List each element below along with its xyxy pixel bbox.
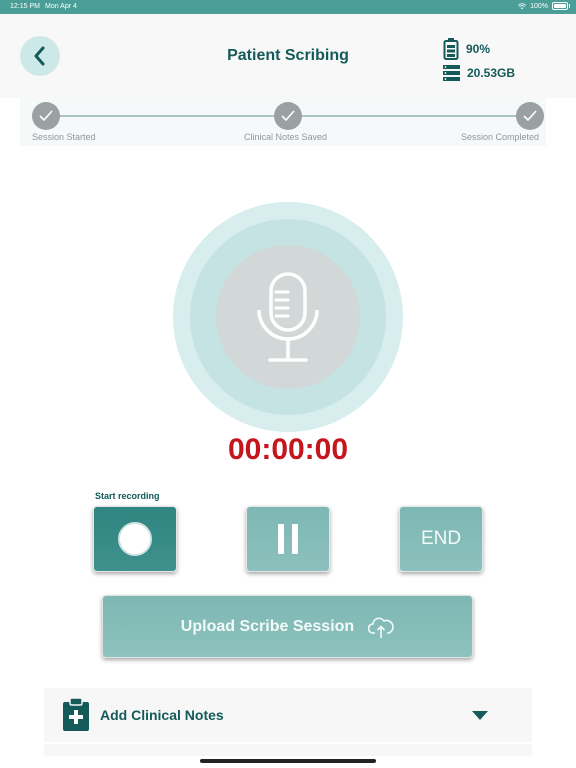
step-session-started-label: Session Started [32,132,96,142]
pause-icon [278,524,298,554]
header: Patient Scribing 90% 20.53GB [0,14,576,98]
battery-icon [552,2,570,10]
add-clinical-notes-label: Add Clinical Notes [100,707,224,723]
check-icon [281,110,295,122]
microphone-icon [257,272,319,362]
status-indicators: 100% [518,2,570,10]
upload-button-label: Upload Scribe Session [180,617,355,635]
cloud-upload-icon [368,617,394,638]
recording-timer: 00:00:00 [227,433,349,466]
home-indicator[interactable] [200,759,376,763]
storage-icon [443,65,460,81]
caret-down-icon [472,710,488,720]
start-recording-label: Start recording [95,491,160,501]
wifi-icon [518,2,527,9]
upload-scribe-session-button[interactable]: Upload Scribe Session [102,595,473,658]
add-clinical-notes-dropdown[interactable]: Add Clinical Notes [44,688,532,742]
battery-level-icon [443,38,459,60]
record-icon [118,522,152,556]
status-battery-percent: 100% [530,2,548,10]
check-icon [39,110,53,122]
status-time: 12:15 PM [10,3,40,10]
notes-panel-edge [44,744,532,756]
status-date: Mon Apr 4 [45,3,77,10]
step-clinical-notes-saved-label: Clinical Notes Saved [244,132,328,142]
clipboard-medical-icon [63,698,89,731]
session-progress: Session Started Clinical Notes Saved Ses… [20,98,546,146]
battery-level-text: 90% [466,42,491,56]
pause-button[interactable] [246,506,330,572]
record-button[interactable] [93,506,177,572]
step-clinical-notes-saved-dot [274,102,302,130]
storage-text: 20.53GB [467,66,516,80]
step-session-completed-dot [516,102,544,130]
device-storage: 20.53GB [443,65,515,81]
step-session-completed-label: Session Completed [461,132,540,142]
status-bar: 12:15 PM Mon Apr 4 100% [0,0,576,14]
step-session-started-dot [32,102,60,130]
end-button[interactable]: END [399,506,483,572]
check-icon [523,110,537,122]
device-battery: 90% [443,38,490,60]
